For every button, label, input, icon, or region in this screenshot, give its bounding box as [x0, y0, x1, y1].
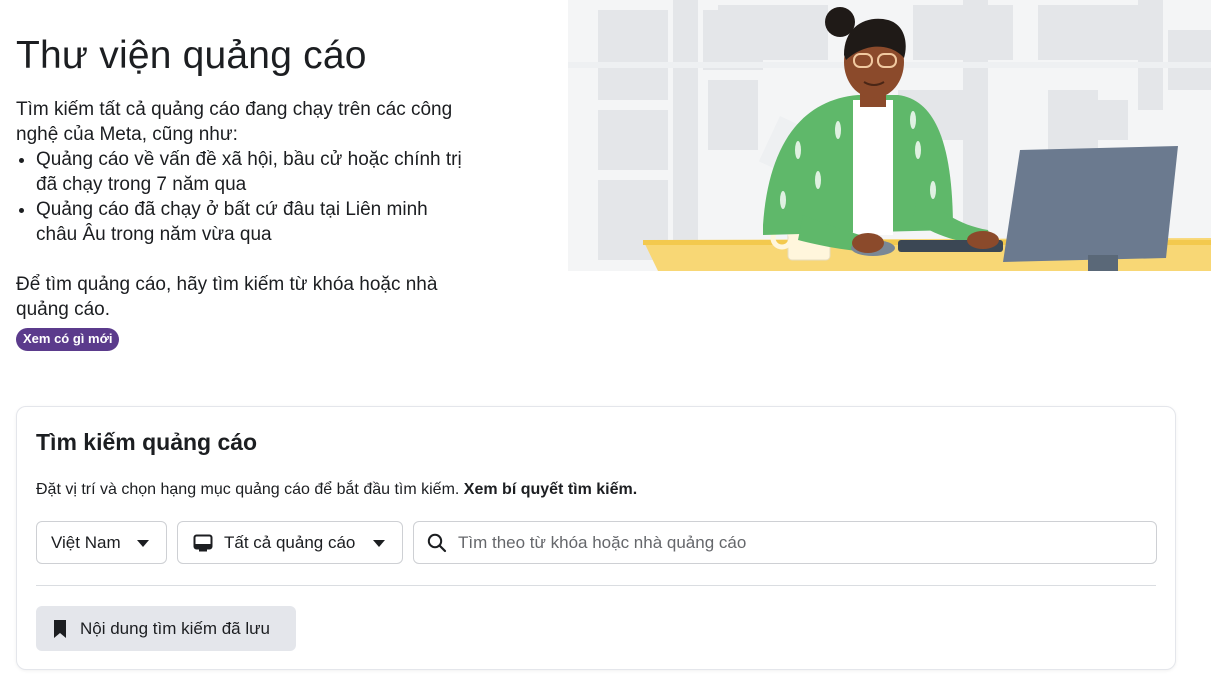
search-tips-link[interactable]: Xem bí quyết tìm kiếm.: [464, 481, 637, 498]
saved-searches-button[interactable]: Nội dung tìm kiếm đã lưu: [36, 606, 296, 651]
saved-searches-label: Nội dung tìm kiếm đã lưu: [80, 618, 270, 638]
country-select-value: Việt Nam: [51, 532, 121, 552]
ad-library-page: Thư viện quảng cáo Tìm kiếm tất cả quảng…: [0, 0, 1211, 681]
ad-category-select[interactable]: Tất cả quảng cáo: [177, 521, 403, 564]
person-at-computer-illustration: [568, 0, 1211, 271]
search-box[interactable]: [413, 521, 1157, 564]
caret-down-icon: [137, 540, 149, 547]
caret-down-icon: [373, 540, 385, 547]
hero-bullet-eu: Quảng cáo đã chạy ở bất cứ đâu tại Liên …: [36, 197, 466, 247]
bookmark-icon: [54, 619, 66, 638]
search-icon: [427, 533, 447, 552]
hero-bullet-list: Quảng cáo về vấn đề xã hội, bầu cử hoặc …: [16, 147, 466, 247]
search-input[interactable]: [458, 532, 1118, 553]
hero-instruction: Để tìm quảng cáo, hãy tìm kiếm từ khóa h…: [16, 274, 438, 320]
ad-category-icon: [193, 534, 213, 551]
page-title: Thư viện quảng cáo: [16, 34, 367, 77]
hero-bullet-political: Quảng cáo về vấn đề xã hội, bầu cử hoặc …: [36, 147, 466, 197]
hero-description: Tìm kiếm tất cả quảng cáo đang chạy trên…: [16, 97, 466, 322]
search-card-title: Tìm kiếm quảng cáo: [36, 429, 258, 455]
country-select[interactable]: Việt Nam: [36, 521, 167, 564]
search-card-description: Đặt vị trí và chọn hạng mục quảng cáo để…: [36, 481, 637, 499]
divider: [36, 585, 1156, 586]
whats-new-badge[interactable]: Xem có gì mới: [16, 328, 120, 351]
search-ads-card: Tìm kiếm quảng cáo Đặt vị trí và chọn hạ…: [16, 406, 1176, 670]
ad-category-value: Tất cả quảng cáo: [224, 532, 356, 552]
hero-intro: Tìm kiếm tất cả quảng cáo đang chạy trên…: [16, 99, 453, 145]
search-card-instructions: Đặt vị trí và chọn hạng mục quảng cáo để…: [36, 481, 460, 498]
